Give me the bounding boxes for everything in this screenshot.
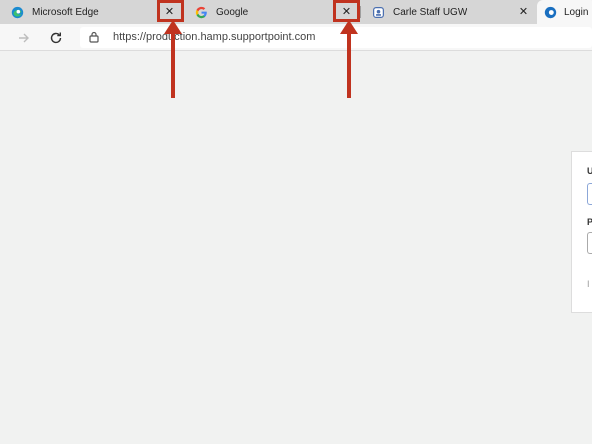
password-label: P <box>587 217 592 227</box>
remember-me-text: I <box>587 279 590 289</box>
ugw-icon <box>373 6 384 18</box>
arrow-up-icon <box>340 20 358 98</box>
tab-title: Google <box>216 6 249 18</box>
browser-toolbar: https://production.hamp.supportpoint.com <box>0 24 592 51</box>
page-content: U P I <box>0 51 592 444</box>
login-card: U P I <box>571 151 592 313</box>
tab-title: Login : <box>564 6 592 18</box>
arrow-up-icon <box>164 20 182 98</box>
forward-button[interactable] <box>15 29 33 47</box>
username-label: U <box>587 166 592 176</box>
tab-microsoft-edge[interactable]: Microsoft Edge ✕ <box>0 0 183 24</box>
refresh-icon <box>50 32 62 44</box>
tab-title: Microsoft Edge <box>32 6 99 18</box>
tab-title: Carle Staff UGW <box>393 6 468 18</box>
password-field[interactable] <box>587 232 592 254</box>
edge-icon <box>11 6 24 18</box>
tab-carle-staff-ugw[interactable]: Carle Staff UGW ✕ <box>361 0 537 24</box>
url-text[interactable]: https://production.hamp.supportpoint.com <box>113 31 315 43</box>
tab-strip: Microsoft Edge ✕ Google ✕ Carle Staff UG… <box>0 0 592 24</box>
address-bar[interactable]: https://production.hamp.supportpoint.com <box>80 27 592 48</box>
refresh-button[interactable] <box>47 29 65 47</box>
google-icon <box>195 6 207 18</box>
lock-icon <box>89 31 99 43</box>
tab-close-icon[interactable]: ✕ <box>517 6 530 19</box>
tab-login[interactable]: Login : <box>537 0 592 24</box>
arrow-right-icon <box>19 33 29 43</box>
edge-icon <box>544 6 557 18</box>
username-field[interactable] <box>587 183 592 205</box>
